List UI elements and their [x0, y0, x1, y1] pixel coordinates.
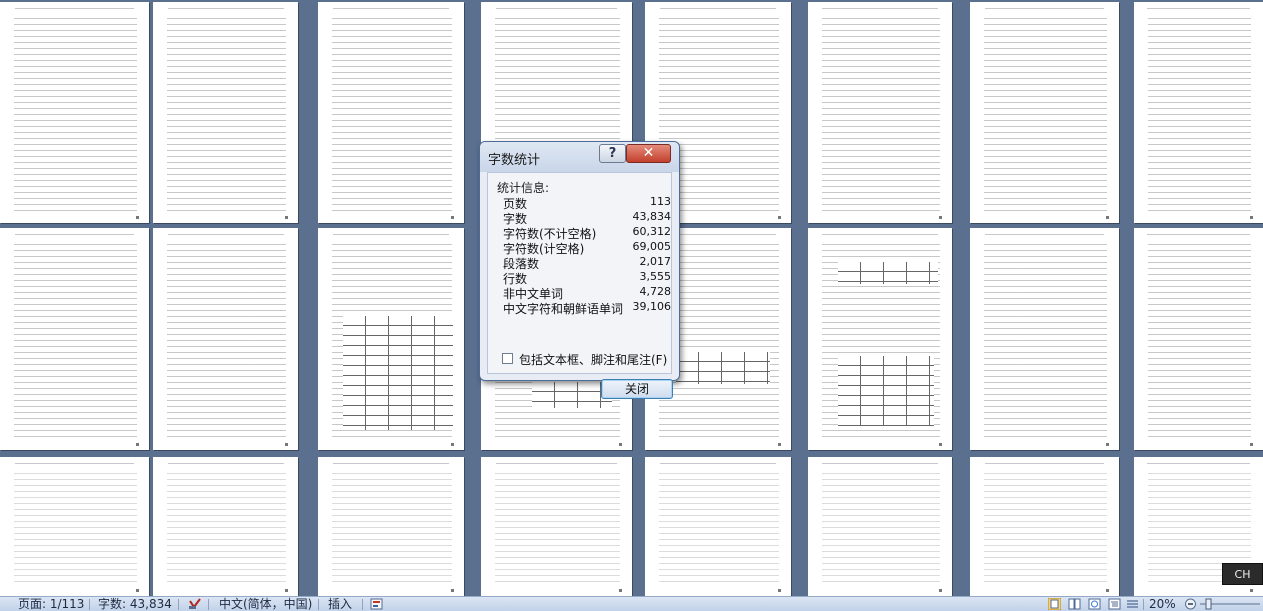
zoom-slider-icon[interactable] — [1200, 598, 1260, 610]
page-thumbnail[interactable] — [153, 228, 298, 450]
stat-value: 60,312 — [632, 225, 672, 238]
dialog-body: 统计信息: 页数 113 字数 43,834 字符数(不计空格) 60,312 字符数(计空… — [487, 172, 673, 399]
page-thumbnail[interactable] — [0, 228, 149, 450]
dialog-titlebar[interactable]: 字数统计 ? ✕ — [480, 142, 679, 172]
ime-indicator[interactable]: CH — [1222, 563, 1263, 585]
close-button[interactable]: 关闭 — [601, 379, 673, 399]
table-thumbnail — [676, 352, 770, 384]
stat-row: 页数 113 — [503, 195, 671, 211]
stat-row: 中文字符和朝鲜语单词 39,106 — [503, 300, 672, 316]
view-print-layout-icon[interactable] — [1047, 597, 1062, 611]
page-thumbnail[interactable] — [1134, 228, 1263, 450]
stat-value: 4,728 — [639, 285, 672, 298]
page-indicator[interactable]: 页面: 1/113 — [18, 597, 84, 611]
table-thumbnail — [838, 356, 934, 426]
page-thumbnail[interactable] — [970, 228, 1119, 450]
stat-row: 段落数 2,017 — [503, 255, 672, 271]
stat-row: 行数 3,555 — [503, 270, 672, 286]
stat-row: 字符数(不计空格) 60,312 — [503, 225, 672, 241]
page-thumbnail[interactable] — [970, 457, 1119, 596]
macro-icon[interactable] — [370, 598, 383, 610]
insert-mode-indicator[interactable]: 插入 — [328, 597, 352, 611]
page-thumbnail[interactable] — [318, 2, 464, 223]
language-indicator[interactable]: 中文(简体，中国) — [219, 597, 312, 611]
include-textboxes-checkbox[interactable]: 包括文本框、脚注和尾注(F) — [497, 351, 677, 367]
stat-row: 非中文单词 4,728 — [503, 285, 672, 301]
status-bar: 页面: 1/113 字数: 43,834 中文(简体，中国) 插入 20% — [0, 596, 1263, 611]
view-outline-icon[interactable] — [1108, 598, 1121, 610]
page-thumbnail[interactable] — [0, 2, 149, 223]
page-thumbnail[interactable] — [808, 2, 952, 223]
statistics-section-label: 统计信息: — [497, 181, 550, 195]
stat-value: 39,106 — [632, 300, 672, 313]
zoom-level[interactable]: 20% — [1149, 597, 1176, 611]
page-thumbnail[interactable] — [0, 457, 149, 596]
page-thumbnail[interactable] — [645, 457, 791, 596]
table-thumbnail — [532, 382, 612, 408]
page-thumbnail[interactable] — [1134, 2, 1263, 223]
page-thumbnail[interactable] — [481, 457, 632, 596]
view-full-screen-icon[interactable] — [1068, 598, 1081, 610]
dialog-title: 字数统计 — [488, 153, 541, 168]
close-icon: ✕ — [642, 145, 655, 161]
view-web-icon[interactable] — [1088, 598, 1101, 610]
stat-value: 2,017 — [639, 255, 672, 268]
zoom-out-icon[interactable] — [1184, 598, 1197, 610]
page-thumbnail[interactable] — [970, 2, 1119, 223]
page-thumbnail[interactable] — [318, 457, 464, 596]
checkbox-box[interactable] — [502, 353, 513, 364]
stat-value: 3,555 — [639, 270, 672, 283]
page-thumbnail[interactable] — [153, 457, 298, 596]
table-thumbnail — [343, 316, 453, 430]
spellcheck-icon[interactable] — [188, 598, 201, 610]
word-count-indicator[interactable]: 字数: 43,834 — [98, 597, 172, 611]
page-thumbnail[interactable] — [808, 457, 952, 596]
stat-label: 中文字符和朝鲜语单词 — [503, 302, 624, 316]
view-draft-icon[interactable] — [1126, 598, 1139, 610]
page-thumbnail[interactable] — [153, 2, 298, 223]
word-count-dialog: 字数统计 ? ✕ 统计信息: 页数 113 字数 43,834 字符数(不计空格) 60,… — [479, 141, 680, 399]
help-button[interactable]: ? — [599, 144, 626, 163]
stat-row: 字数 43,834 — [503, 210, 672, 226]
checkbox-label: 包括文本框、脚注和尾注(F) — [519, 353, 668, 367]
close-window-button[interactable]: ✕ — [626, 144, 671, 163]
table-thumbnail — [838, 262, 938, 284]
stat-value: 113 — [650, 195, 671, 208]
stat-value: 43,834 — [632, 210, 672, 223]
stat-row: 字符数(计空格) 69,005 — [503, 240, 672, 256]
stat-value: 69,005 — [632, 240, 672, 253]
